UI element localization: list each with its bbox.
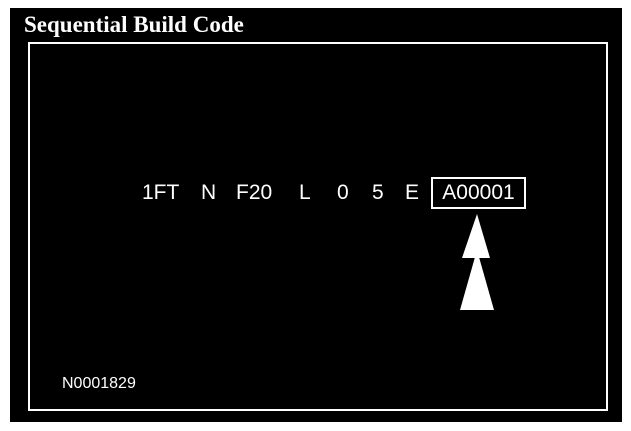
diagram-panel	[28, 42, 608, 411]
vin-segment-plant: E	[405, 181, 420, 204]
vin-segment-model-year: 5	[372, 181, 384, 204]
vin-segment-engine: L	[299, 181, 311, 204]
figure-id: N0001829	[62, 375, 136, 392]
vin-segment-series: F20	[236, 181, 273, 204]
sequential-build-code-box: A00001	[431, 177, 526, 209]
vin-segment-restraint: N	[201, 181, 217, 204]
diagram-title: Sequential Build Code	[24, 12, 244, 37]
vin-segment-check-digit: 0	[337, 181, 349, 204]
up-arrow-icon	[460, 214, 494, 310]
vin-segment-wmi: 1FT	[142, 181, 180, 204]
